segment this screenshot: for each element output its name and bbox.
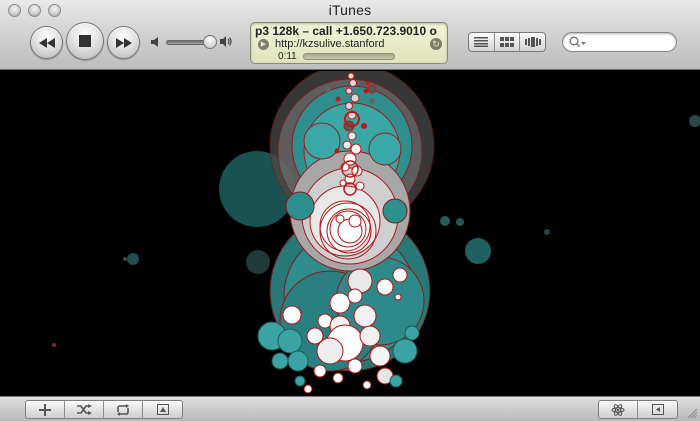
show-artwork-button[interactable] bbox=[143, 401, 182, 418]
volume-high-icon bbox=[219, 35, 233, 51]
stop-button[interactable] bbox=[66, 22, 104, 60]
fast-forward-icon bbox=[115, 37, 132, 48]
cycle-display-icon[interactable]: ↻ bbox=[430, 38, 442, 50]
browser-toggle-icon bbox=[651, 404, 664, 415]
window-controls bbox=[598, 400, 678, 419]
shuffle-icon bbox=[77, 404, 92, 415]
list-view-icon bbox=[474, 37, 489, 47]
atom-icon bbox=[611, 403, 625, 416]
volume-slider-knob[interactable] bbox=[203, 35, 217, 49]
grid-view-icon bbox=[500, 37, 514, 47]
shuffle-button[interactable] bbox=[65, 401, 104, 418]
next-track-button[interactable] bbox=[107, 26, 140, 59]
rewind-icon bbox=[38, 37, 55, 48]
itunes-window: iTunes p3 128k – call +1.650.723.9010 o … bbox=[0, 0, 700, 421]
plus-icon bbox=[39, 403, 51, 416]
search-icon bbox=[569, 36, 586, 48]
grid-view-button[interactable] bbox=[495, 33, 521, 51]
toolbar: iTunes p3 128k – call +1.650.723.9010 o … bbox=[0, 0, 700, 70]
visualizer-graphic bbox=[52, 71, 700, 394]
stream-url: http://kzsulive.stanford bbox=[275, 38, 385, 50]
play-indicator-icon: ▶ bbox=[258, 39, 269, 50]
stop-icon bbox=[79, 35, 91, 47]
playlist-controls bbox=[25, 400, 183, 419]
search-input[interactable] bbox=[589, 35, 673, 49]
artwork-icon bbox=[156, 404, 169, 415]
coverflow-view-icon bbox=[524, 37, 541, 47]
elapsed-time: 0:11 bbox=[278, 51, 297, 62]
search-field[interactable] bbox=[562, 32, 677, 52]
stream-title: p3 128k – call +1.650.723.9010 o bbox=[255, 24, 437, 38]
coverflow-view-button[interactable] bbox=[520, 33, 545, 51]
previous-track-button[interactable] bbox=[30, 26, 63, 59]
volume-low-icon bbox=[150, 36, 162, 51]
bottom-bar bbox=[0, 396, 700, 421]
add-playlist-button[interactable] bbox=[26, 401, 65, 418]
list-view-button[interactable] bbox=[469, 33, 495, 51]
resize-grip-icon[interactable] bbox=[686, 407, 698, 419]
visualizer bbox=[0, 71, 700, 396]
browser-toggle-button[interactable] bbox=[638, 401, 677, 418]
status-display[interactable]: p3 128k – call +1.650.723.9010 o ▶ http:… bbox=[250, 22, 448, 64]
view-switcher bbox=[468, 32, 546, 52]
repeat-button[interactable] bbox=[104, 401, 143, 418]
progress-bar bbox=[303, 53, 395, 60]
window-title: iTunes bbox=[328, 2, 372, 18]
visualizer-toggle-button[interactable] bbox=[599, 401, 639, 418]
repeat-icon bbox=[117, 403, 129, 416]
